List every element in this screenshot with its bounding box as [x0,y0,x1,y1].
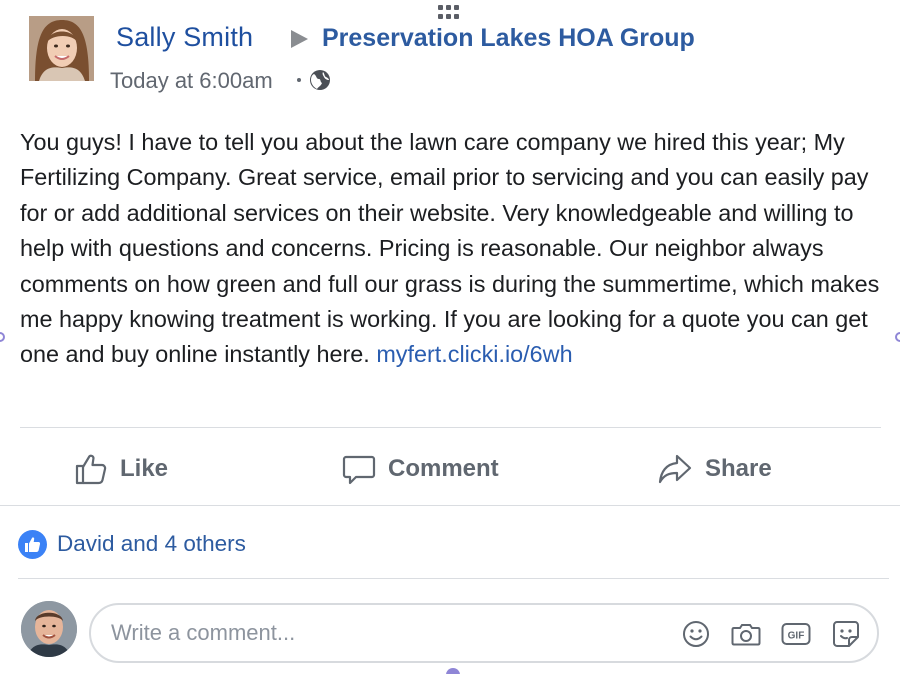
gif-label: GIF [788,631,805,642]
post-timestamp[interactable]: Today at 6:00am [110,68,273,94]
comment-button[interactable]: Comment [342,448,499,490]
comment-input[interactable] [111,605,651,661]
resize-handle-bottom[interactable] [446,668,460,674]
resize-handle-left[interactable] [0,332,5,342]
comment-icon [342,455,376,485]
author-avatar[interactable] [29,16,94,81]
post-card: Sally Smith Preservation Lakes HOA Group… [0,0,900,674]
camera-icon[interactable] [731,619,761,649]
post-body: You guys! I have to tell you about the l… [20,125,880,373]
like-button[interactable]: Like [74,448,168,490]
divider [0,505,900,506]
divider [18,578,889,579]
arrow-right-icon [291,30,308,48]
share-button[interactable]: Share [657,448,772,490]
reaction-count-text[interactable]: David and 4 others [57,531,246,557]
post-text: You guys! I have to tell you about the l… [20,129,880,368]
gif-icon[interactable]: GIF [781,619,811,649]
share-icon [658,454,692,484]
avatar[interactable] [21,601,77,657]
group-name[interactable]: Preservation Lakes HOA Group [322,24,695,53]
reactions-summary[interactable]: David and 4 others [18,528,246,560]
divider [20,427,881,428]
author-name[interactable]: Sally Smith [116,22,253,53]
post-link[interactable]: myfert.clicki.io/6wh [376,341,572,367]
resize-handle-right[interactable] [895,332,900,342]
globe-icon[interactable] [308,68,332,92]
comment-tools: GIF [661,619,861,649]
share-label: Share [705,455,772,482]
thumbs-up-icon [75,454,107,485]
sticker-icon[interactable] [831,619,861,649]
separator-dot [297,78,301,82]
thumbs-up-icon [18,529,47,559]
drag-handle-icon[interactable] [438,5,466,23]
emoji-icon[interactable] [681,619,711,649]
comment-box: GIF [89,603,879,663]
like-label: Like [120,455,169,482]
comment-label: Comment [388,455,499,482]
